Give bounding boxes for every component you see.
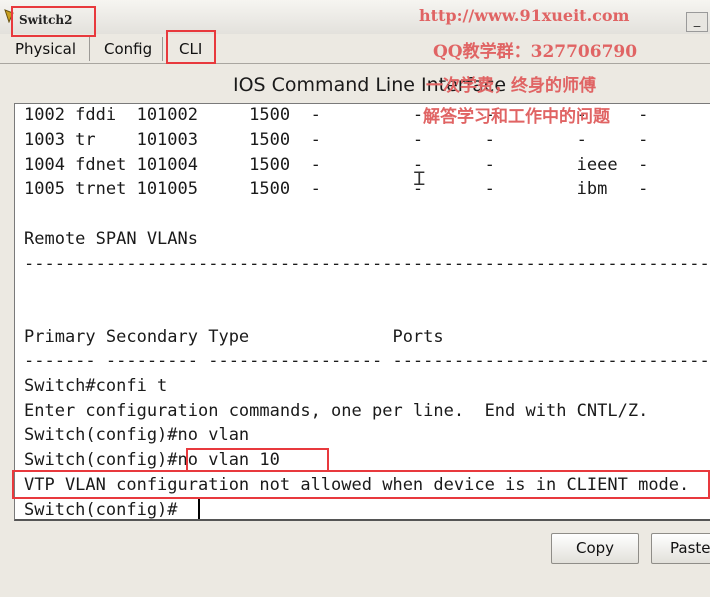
tab-physical[interactable]: Physical: [8, 37, 90, 61]
terminal-line: Switch(config)#no vlan: [24, 425, 250, 445]
terminal-line: Primary Secondary Type Ports: [24, 327, 444, 347]
watermark-teacher: 一次学费，终身的师傅: [426, 76, 596, 96]
minimize-button[interactable]: _: [686, 12, 708, 32]
highlight-command: [186, 448, 329, 472]
terminal-line: 1005 trnet 101005 1500 - - - ibm -: [24, 179, 649, 199]
terminal-line: 1003 tr 101003 1500 - - - - -: [24, 130, 649, 150]
terminal-line: 1004 fdnet 101004 1500 - - - ieee -: [24, 155, 649, 175]
terminal-line: Enter configuration commands, one per li…: [24, 401, 649, 421]
ibeam-cursor-icon: Ɪ: [414, 168, 425, 190]
cli-terminal[interactable]: 1002 fddi 101002 1500 - - - - - 1003 tr …: [14, 103, 710, 521]
terminal-line: Remote SPAN VLANs: [24, 229, 198, 249]
tab-config[interactable]: Config: [97, 37, 163, 61]
watermark-url: http://www.91xueit.com: [419, 6, 630, 25]
terminal-line: Switch#confi t: [24, 376, 168, 396]
text-caret: [198, 499, 200, 519]
highlight-cli-tab: [166, 30, 216, 64]
highlight-error-message: [12, 470, 710, 499]
paste-button[interactable]: Paste: [651, 533, 710, 564]
watermark-qq: QQ教学群：327706790: [433, 42, 638, 62]
highlight-window-title: [11, 6, 96, 37]
watermark-answer: 解答学习和工作中的问题: [423, 107, 610, 127]
terminal-line: ------- --------- ----------------- ----…: [24, 351, 710, 371]
copy-button[interactable]: Copy: [551, 533, 639, 564]
terminal-line: ----------------------------------------…: [24, 254, 710, 274]
terminal-line: Switch(config)#: [24, 500, 178, 520]
